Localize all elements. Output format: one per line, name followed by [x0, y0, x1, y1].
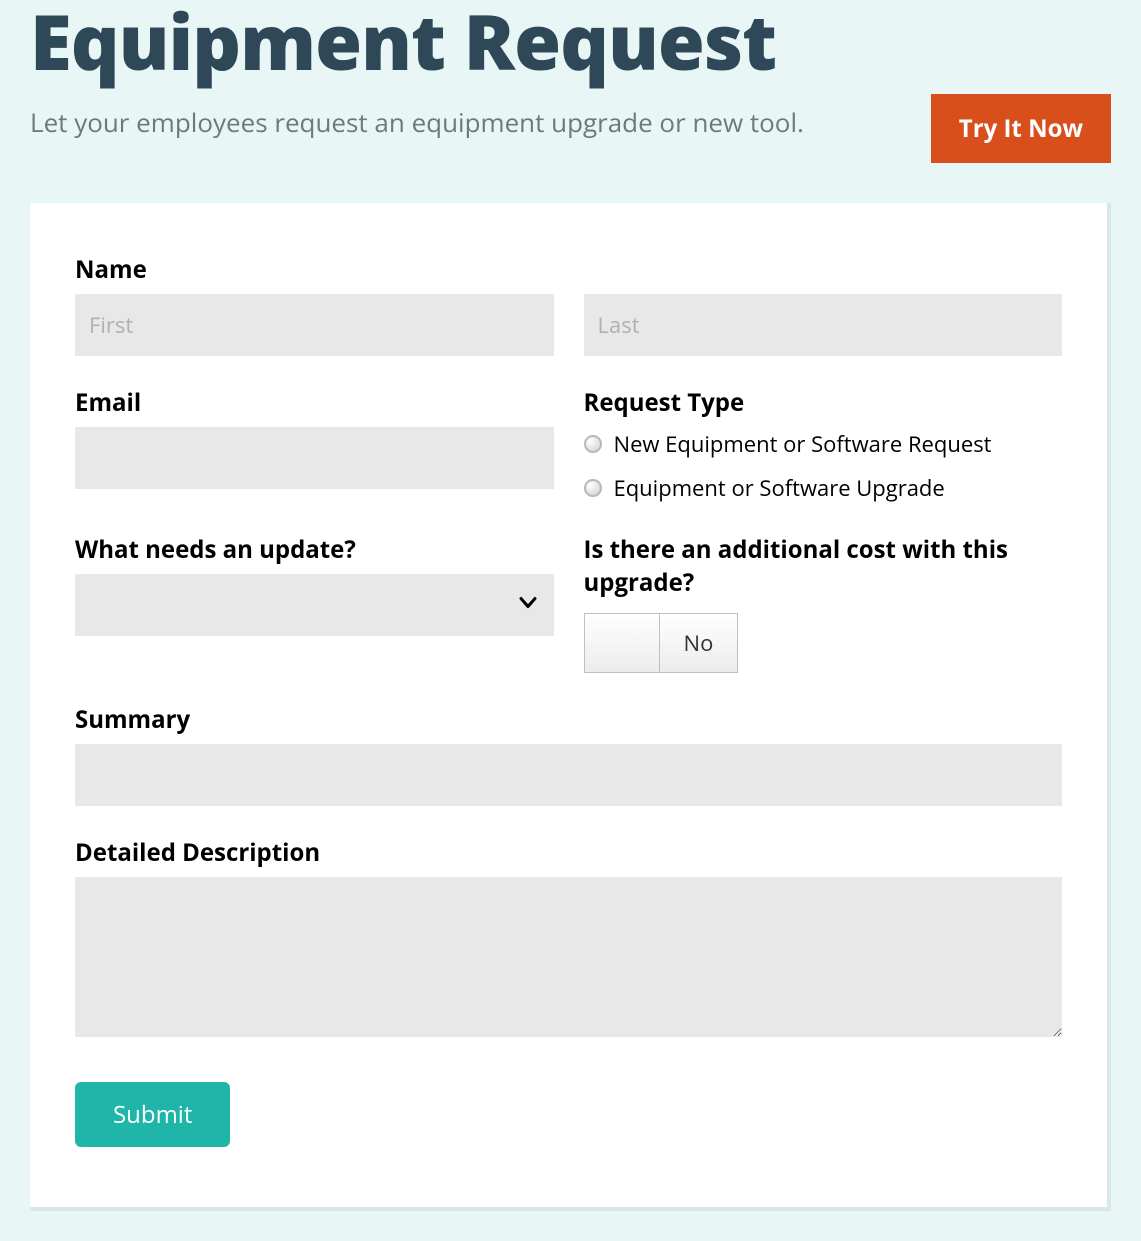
description-group: Detailed Description	[75, 836, 1062, 1042]
radio-icon	[584, 435, 602, 453]
radio-label-upgrade: Equipment or Software Upgrade	[614, 473, 945, 503]
description-textarea[interactable]	[75, 877, 1062, 1037]
summary-group: Summary	[75, 703, 1062, 806]
page-subtitle: Let your employees request an equipment …	[30, 104, 804, 140]
first-name-input[interactable]	[75, 294, 554, 356]
additional-cost-label: Is there an additional cost with this up…	[584, 533, 1063, 599]
header-row: Let your employees request an equipment …	[30, 104, 1111, 163]
update-target-group: What needs an update?	[75, 533, 554, 673]
request-type-option-upgrade[interactable]: Equipment or Software Upgrade	[584, 473, 1063, 503]
request-type-group: Request Type New Equipment or Software R…	[584, 386, 1063, 503]
last-name-input[interactable]	[584, 294, 1063, 356]
radio-label-new: New Equipment or Software Request	[614, 429, 992, 459]
name-label: Name	[75, 253, 1062, 286]
additional-cost-toggle[interactable]: No	[584, 613, 739, 673]
email-field-group: Email	[75, 386, 554, 503]
toggle-no-side: No	[660, 614, 738, 672]
summary-input[interactable]	[75, 744, 1062, 806]
description-label: Detailed Description	[75, 836, 1062, 869]
request-type-option-new[interactable]: New Equipment or Software Request	[584, 429, 1063, 459]
form-card: Name Email Request Type New Equipment or…	[30, 203, 1111, 1211]
try-it-now-button[interactable]: Try It Now	[931, 94, 1111, 163]
radio-icon	[584, 479, 602, 497]
page-title: Equipment Request	[30, 0, 1111, 84]
submit-button[interactable]: Submit	[75, 1082, 230, 1147]
email-label: Email	[75, 386, 554, 419]
email-input[interactable]	[75, 427, 554, 489]
summary-label: Summary	[75, 703, 1062, 736]
name-field-group: Name	[75, 253, 1062, 356]
update-target-label: What needs an update?	[75, 533, 554, 566]
request-type-label: Request Type	[584, 386, 1063, 419]
update-target-select[interactable]	[75, 574, 554, 636]
toggle-yes-side	[585, 614, 660, 672]
additional-cost-group: Is there an additional cost with this up…	[584, 533, 1063, 673]
